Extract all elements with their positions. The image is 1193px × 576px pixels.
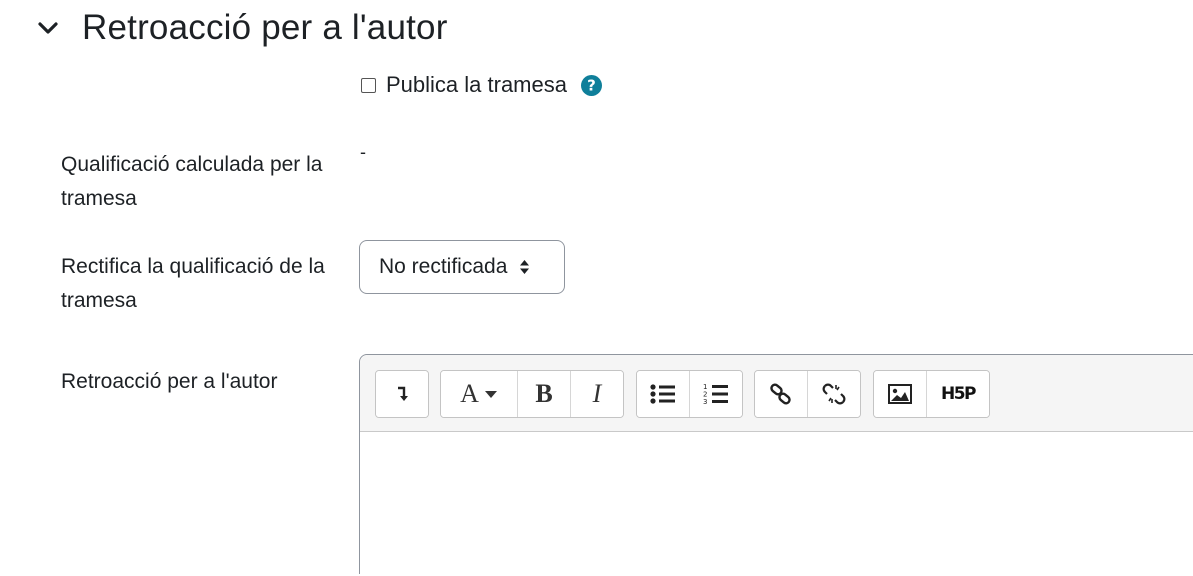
publish-row: Publica la tramesa ? xyxy=(361,72,602,98)
unordered-list-icon xyxy=(650,384,675,404)
editor-content-area[interactable] xyxy=(360,432,1193,576)
toolbar-group-lists: 1 2 3 xyxy=(636,370,743,418)
unordered-list-button[interactable] xyxy=(637,371,690,417)
chevron-down-icon[interactable] xyxy=(36,16,60,40)
h5p-button[interactable]: H5P xyxy=(927,371,989,417)
unlink-button[interactable] xyxy=(808,371,860,417)
publish-label[interactable]: Publica la tramesa xyxy=(386,72,567,98)
section-header: Retroacció per a l'autor xyxy=(36,8,448,48)
show-more-icon xyxy=(398,386,408,401)
grade-override-label: Rectifica la qualificació de la tramesa xyxy=(61,255,325,312)
publish-checkbox[interactable] xyxy=(361,77,376,93)
unlink-icon xyxy=(822,383,846,405)
question-circle-icon[interactable]: ? xyxy=(580,74,602,96)
text-format-icon: A xyxy=(460,379,479,408)
grade-calculated-value: - xyxy=(360,142,366,162)
toolbar-group-links xyxy=(754,370,861,418)
editor-toolbar: A B I 1 2 3 H5P xyxy=(360,355,1193,432)
feedback-editor: A B I 1 2 3 H5P xyxy=(359,354,1193,576)
ordered-list-icon: 1 2 3 xyxy=(703,383,728,405)
h5p-icon: H5P xyxy=(940,384,977,404)
feedback-label: Retroacció per a l'autor xyxy=(61,370,278,393)
section-title: Retroacció per a l'autor xyxy=(82,8,448,47)
italic-button[interactable]: I xyxy=(571,371,623,417)
sort-arrows-icon xyxy=(519,259,530,275)
grade-calculated-label: Qualificació calculada per la tramesa xyxy=(61,153,323,210)
image-icon xyxy=(888,384,912,404)
grade-override-selected: No rectificada xyxy=(379,255,508,278)
toolbar-group-style: A B I xyxy=(440,370,624,418)
svg-text:?: ? xyxy=(587,76,596,94)
link-button[interactable] xyxy=(755,371,808,417)
image-button[interactable] xyxy=(874,371,927,417)
toolbar-group-more xyxy=(375,370,429,418)
grade-override-select[interactable]: No rectificada xyxy=(359,240,565,294)
link-icon xyxy=(770,383,791,405)
svg-text:3: 3 xyxy=(703,398,707,405)
ordered-list-button[interactable]: 1 2 3 xyxy=(690,371,742,417)
bold-button[interactable]: B xyxy=(518,371,571,417)
show-more-button[interactable] xyxy=(376,371,428,417)
text-format-button[interactable]: A xyxy=(441,371,518,417)
toolbar-group-media: H5P xyxy=(873,370,990,418)
